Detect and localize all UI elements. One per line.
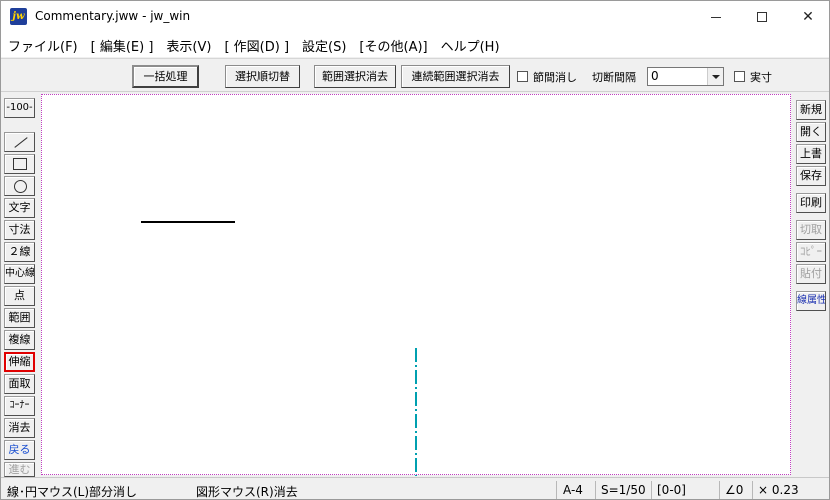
circle-icon (14, 180, 27, 193)
range-select-erase-button[interactable]: 範囲選択消去 (314, 65, 396, 88)
actual-size-label: 実寸 (750, 71, 772, 84)
close-icon: ✕ (802, 9, 814, 25)
save-as-button[interactable]: 保存 (796, 166, 826, 186)
actual-size-checkbox[interactable] (734, 71, 745, 82)
drawing-canvas[interactable] (41, 94, 791, 476)
menu-settings[interactable]: 設定(S) (302, 36, 346, 55)
double-line-tool-button[interactable]: ２線 (4, 242, 35, 262)
cut-interval-value: 0 (651, 69, 659, 83)
multi-line-tool-button[interactable]: 複線 (4, 330, 35, 350)
circle-tool-button[interactable] (4, 176, 35, 196)
partial-erase-label: 節間消し (533, 71, 577, 84)
line-attribute-button[interactable]: 線属性 (796, 291, 826, 311)
line-icon (14, 137, 28, 148)
paper-size-indicator[interactable]: A-4 (563, 483, 583, 497)
maximize-button[interactable] (739, 1, 785, 33)
print-button[interactable]: 印刷 (796, 193, 826, 213)
range-tool-button[interactable]: 範囲 (4, 308, 35, 328)
point-tool-button[interactable]: 点 (4, 286, 35, 306)
minimize-icon (711, 16, 721, 18)
menu-edit[interactable]: [ 編集(E) ] (91, 36, 154, 55)
menu-other[interactable]: [その他(A)] (359, 36, 427, 55)
minimize-button[interactable] (693, 1, 739, 33)
partial-erase-checkbox[interactable] (517, 71, 528, 82)
status-left-hint: 線･円マウス(L)部分消し (7, 485, 138, 499)
status-right-hint: 図形マウス(R)消去 (196, 485, 298, 499)
status-bar: 線･円マウス(L)部分消し 図形マウス(R)消去 A-4 S=1/50 [0-0… (1, 477, 829, 499)
menu-view[interactable]: 表示(V) (166, 36, 211, 55)
rectangle-tool-button[interactable] (4, 154, 35, 174)
rectangle-icon (13, 158, 27, 170)
zoom-indicator[interactable]: × 0.23 (758, 483, 799, 497)
status-divider (719, 481, 720, 499)
center-line-tool-button[interactable]: 中心線 (4, 264, 35, 284)
layer-indicator[interactable]: [0-0] (657, 483, 686, 497)
line-tool-button[interactable] (4, 132, 35, 152)
status-divider (595, 481, 596, 499)
cut-button: 切取 (796, 220, 826, 240)
menu-file[interactable]: ファイル(F) (8, 36, 78, 55)
status-divider (752, 481, 753, 499)
app-window: jw Commentary.jww - jw_win ✕ ファイル(F) [ 編… (0, 0, 830, 500)
redo-button: 進む (4, 462, 35, 477)
window-title: Commentary.jww - jw_win (35, 9, 191, 23)
copy-button: ｺﾋﾟｰ (796, 242, 826, 262)
menu-help[interactable]: ヘルプ(H) (441, 36, 500, 55)
scale-indicator[interactable]: S=1/50 (601, 483, 646, 497)
corner-tool-button[interactable]: ｺｰﾅｰ (4, 396, 35, 416)
stretch-tool-button[interactable]: 伸縮 (4, 352, 35, 372)
close-button[interactable]: ✕ (785, 1, 829, 33)
overwrite-save-button[interactable]: 上書 (796, 144, 826, 164)
cut-interval-label: 切断間隔 (592, 71, 636, 84)
status-divider (651, 481, 652, 499)
erase-tool-button[interactable]: 消去 (4, 418, 35, 438)
maximize-icon (757, 12, 767, 22)
batch-process-button[interactable]: 一括処理 (132, 65, 199, 88)
chamfer-tool-button[interactable]: 面取 (4, 374, 35, 394)
new-file-button[interactable]: 新規 (796, 100, 826, 120)
dropdown-arrow-icon[interactable] (707, 68, 723, 85)
angle-indicator[interactable]: ∠0 (725, 483, 743, 497)
cut-interval-combobox[interactable]: 0 (647, 67, 724, 86)
menu-draw[interactable]: [ 作図(D) ] (224, 36, 289, 55)
title-bar: jw Commentary.jww - jw_win ✕ (1, 1, 829, 33)
drawing-svg (141, 221, 417, 476)
paste-button: 貼付 (796, 264, 826, 284)
status-divider (556, 481, 557, 499)
continuous-range-erase-button[interactable]: 連続範囲選択消去 (401, 65, 510, 88)
text-tool-button[interactable]: 文字 (4, 198, 35, 218)
undo-button[interactable]: 戻る (4, 440, 35, 460)
toggle-selection-order-button[interactable]: 選択順切替 (225, 65, 300, 88)
dimension-tool-button[interactable]: 寸法 (4, 220, 35, 240)
scale-display-button[interactable]: -100- (4, 98, 35, 118)
open-file-button[interactable]: 開く (796, 122, 826, 142)
menu-bar: ファイル(F) [ 編集(E) ] 表示(V) [ 作図(D) ] 設定(S) … (1, 33, 829, 57)
app-logo-icon: jw (10, 8, 27, 25)
command-toolbar: 一括処理 選択順切替 範囲選択消去 連続範囲選択消去 節間消し 切断間隔 0 実… (1, 58, 829, 92)
